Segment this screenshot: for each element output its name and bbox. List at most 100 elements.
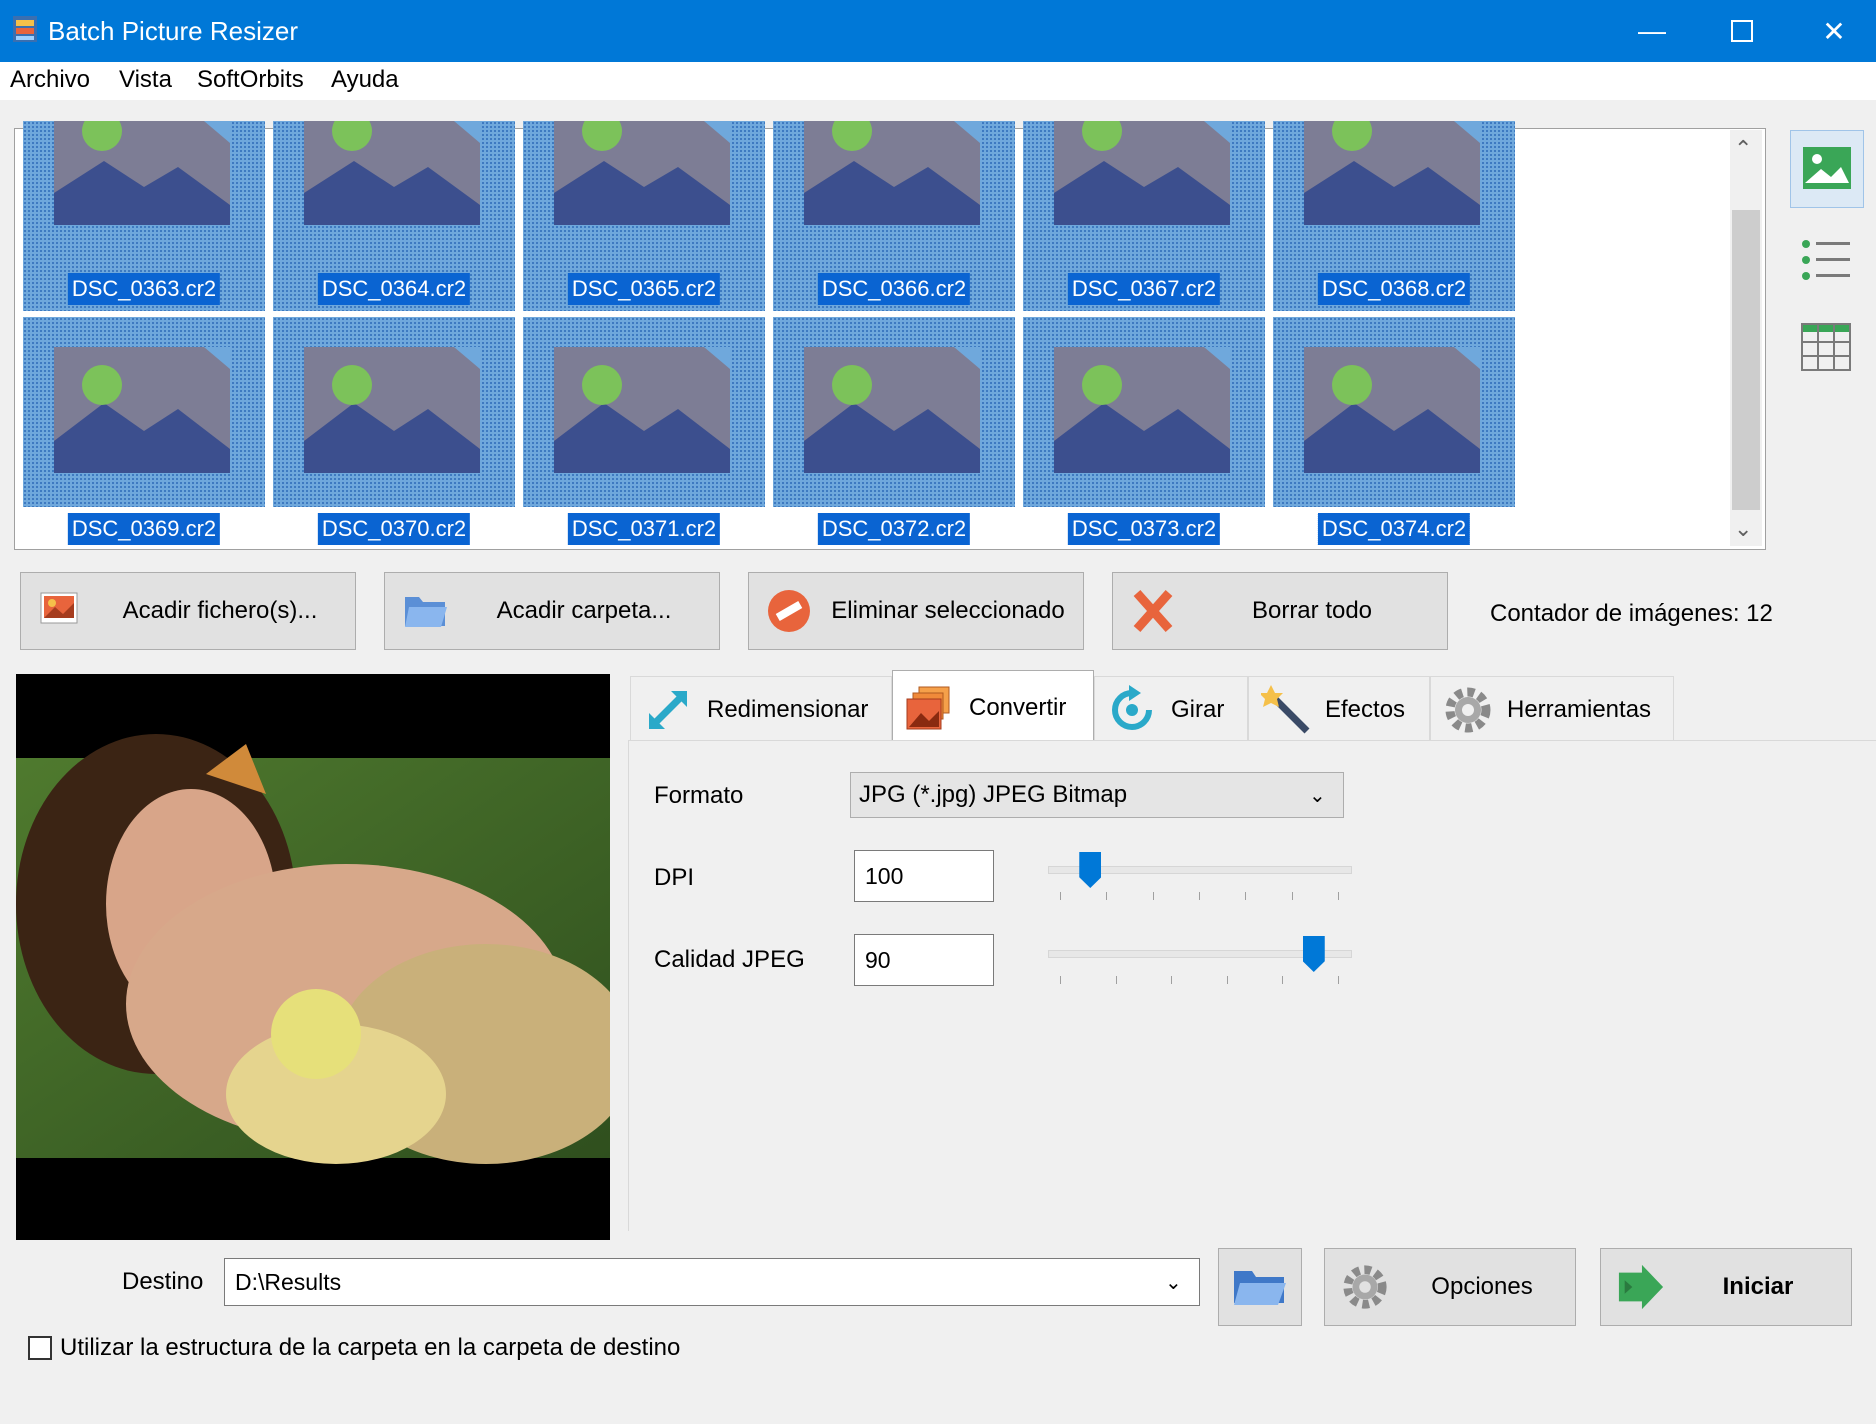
thumbnail-image[interactable] — [1273, 317, 1515, 507]
slider-tick — [1245, 892, 1247, 900]
tab-label: Herramientas — [1507, 695, 1652, 723]
slider-tick — [1060, 892, 1061, 900]
tab-efectos[interactable]: Efectos — [1248, 676, 1430, 742]
slider-tick — [1152, 892, 1154, 900]
add-folder-label: Acadir carpeta... — [496, 597, 672, 624]
folder-icon — [405, 597, 447, 627]
magic-wand-icon — [1261, 684, 1310, 733]
slider-tick — [1291, 892, 1293, 900]
add-files-label: Acadir fichero(s)... — [122, 597, 318, 624]
destination-combo[interactable]: D:\Results ⌄ — [224, 1258, 1200, 1306]
menu-vista[interactable]: Vista — [119, 66, 172, 94]
gear-icon — [1445, 687, 1491, 732]
tab-label: Redimensionar — [707, 695, 869, 723]
image-placeholder-icon — [1054, 347, 1230, 473]
add-folder-button[interactable]: Acadir carpeta... — [384, 572, 720, 650]
window-title: Batch Picture Resizer — [48, 16, 298, 46]
browse-folder-button[interactable] — [1218, 1248, 1302, 1326]
jpeg-quality-input[interactable]: 90 — [854, 934, 994, 986]
thumbnail-label[interactable]: DSC_0370.cr2 — [317, 513, 471, 545]
tab-label: Girar — [1171, 695, 1225, 723]
thumbnail-label[interactable]: DSC_0371.cr2 — [567, 513, 721, 545]
maximize-icon — [1731, 20, 1753, 42]
options-label: Opciones — [1431, 1273, 1533, 1300]
tab-label: Efectos — [1325, 695, 1406, 723]
folder-structure-label[interactable]: Utilizar la estructura de la carpeta en … — [60, 1334, 680, 1362]
image-placeholder-icon — [554, 347, 730, 473]
start-label: Iniciar — [1722, 1273, 1794, 1300]
thumbnail-label[interactable]: DSC_0373.cr2 — [1067, 513, 1221, 545]
thumbnail-label[interactable]: DSC_0366.cr2 — [817, 273, 971, 305]
chevron-down-icon: ⌄ — [1165, 1271, 1182, 1294]
table-view-button[interactable] — [1800, 322, 1852, 372]
add-files-button[interactable]: Acadir fichero(s)... — [20, 572, 356, 650]
rotate-icon — [1112, 684, 1152, 730]
thumbnail-label[interactable]: DSC_0365.cr2 — [567, 273, 721, 305]
image-placeholder-icon — [304, 347, 480, 473]
thumbnail-image[interactable] — [23, 317, 265, 507]
menu-archivo[interactable]: Archivo — [10, 66, 90, 94]
clear-all-button[interactable]: Borrar todo — [1112, 572, 1448, 650]
clear-all-label: Borrar todo — [1251, 597, 1373, 624]
slider-tick — [1060, 976, 1061, 984]
tab-girar[interactable]: Girar — [1094, 676, 1248, 742]
minimize-icon: — — [1638, 15, 1666, 46]
image-list[interactable]: DSC_0363.cr2 DSC_0364.cr2 DSC_0365.cr2 DSC_… — [14, 121, 1766, 550]
thumbnail-label[interactable]: DSC_0372.cr2 — [817, 513, 971, 545]
scroll-down-icon[interactable]: ⌄ — [1734, 516, 1752, 542]
app-icon — [13, 16, 37, 42]
preview-photo — [16, 734, 610, 1164]
slider-tick — [1226, 976, 1228, 984]
thumbnail-image[interactable] — [1023, 317, 1265, 507]
tab-redimensionar[interactable]: Redimensionar — [630, 676, 892, 742]
tab-convertir[interactable]: Convertir — [892, 670, 1094, 744]
minimize-button[interactable]: — — [1606, 0, 1698, 62]
list-view-icon — [1802, 240, 1850, 280]
image-placeholder-icon — [554, 121, 730, 225]
slider-tick — [1199, 892, 1200, 900]
thumbnail-label[interactable]: DSC_0363.cr2 — [67, 273, 221, 305]
jpeg-quality-label: Calidad JPEG — [654, 946, 805, 973]
format-label: Formato — [654, 782, 744, 809]
table-view-icon — [1801, 323, 1851, 371]
tab-label: Convertir — [969, 693, 1067, 721]
image-placeholder-icon — [304, 121, 480, 225]
tab-herramientas[interactable]: Herramientas — [1430, 676, 1674, 742]
image-placeholder-icon — [1304, 121, 1480, 225]
format-value: JPG (*.jpg) JPEG Bitmap — [859, 781, 1128, 808]
thumbnail-label[interactable]: DSC_0364.cr2 — [317, 273, 471, 305]
dpi-label: DPI — [654, 864, 695, 891]
options-button[interactable]: Opciones — [1324, 1248, 1576, 1326]
image-placeholder-icon — [804, 121, 980, 225]
close-icon: ✕ — [1822, 15, 1846, 47]
thumbnail-label[interactable]: DSC_0368.cr2 — [1317, 273, 1471, 305]
dpi-value: 100 — [865, 862, 904, 889]
image-placeholder-icon — [1304, 347, 1480, 473]
convert-images-icon — [906, 686, 950, 729]
remove-selected-label: Eliminar seleccionado — [831, 597, 1065, 624]
folder-structure-checkbox[interactable] — [28, 1336, 52, 1360]
thumbnail-image[interactable] — [273, 317, 515, 507]
close-button[interactable]: ✕ — [1788, 0, 1876, 62]
thumbnail-label[interactable]: DSC_0367.cr2 — [1067, 273, 1221, 305]
thumbnail-image[interactable] — [773, 317, 1015, 507]
slider-tick — [1171, 976, 1173, 984]
scroll-up-icon[interactable]: ⌃ — [1734, 136, 1752, 162]
maximize-button[interactable] — [1696, 0, 1788, 62]
start-button[interactable]: Iniciar — [1600, 1248, 1852, 1326]
menu-softorbits[interactable]: SoftOrbits — [197, 66, 304, 94]
thumbnail-label[interactable]: DSC_0374.cr2 — [1316, 512, 1472, 546]
format-select[interactable]: JPG (*.jpg) JPEG Bitmap ⌄ — [850, 772, 1344, 818]
scrollbar-thumb[interactable] — [1732, 210, 1760, 510]
thumbnail-view-button[interactable] — [1790, 130, 1864, 208]
remove-selected-button[interactable]: Eliminar seleccionado — [748, 572, 1084, 650]
menu-ayuda[interactable]: Ayuda — [331, 66, 399, 94]
slider-tick — [1338, 892, 1339, 900]
list-view-button[interactable] — [1800, 236, 1854, 286]
thumbnail-label[interactable]: DSC_0369.cr2 — [67, 513, 221, 545]
thumbnail-image[interactable] — [523, 317, 765, 507]
dpi-input[interactable]: 100 — [854, 850, 994, 902]
resize-arrow-icon — [649, 690, 687, 729]
image-counter: Contador de imágenes: 12 — [1490, 600, 1773, 627]
add-image-icon — [40, 592, 78, 624]
